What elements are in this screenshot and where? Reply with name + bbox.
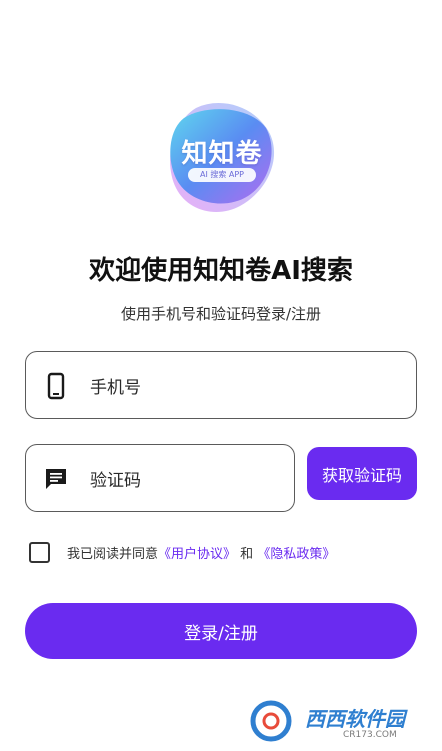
watermark: 西西软件园 CR173.COM bbox=[247, 697, 427, 745]
watermark-logo-icon bbox=[250, 700, 292, 742]
privacy-policy-link[interactable]: 《隐私政策》 bbox=[257, 547, 335, 562]
phone-input[interactable]: 手机号 bbox=[25, 351, 417, 419]
watermark-text: 西西软件园 bbox=[305, 707, 405, 731]
agreement-text: 我已阅读并同意《用户协议》 和 《隐私政策》 bbox=[67, 543, 335, 562]
watermark-sub: CR173.COM bbox=[343, 730, 397, 740]
welcome-title: 欢迎使用知知卷AI搜索 bbox=[89, 256, 353, 286]
app-logo: 知知卷 AI 搜索 APP bbox=[166, 100, 278, 218]
agreement-and: 和 bbox=[240, 546, 254, 562]
logo-tagline: AI 搜索 APP bbox=[188, 168, 256, 182]
logo-title: 知知卷 bbox=[181, 139, 263, 169]
login-button[interactable]: 登录/注册 bbox=[25, 603, 417, 659]
get-code-button[interactable]: 获取验证码 bbox=[307, 447, 417, 500]
phone-placeholder: 手机号 bbox=[90, 377, 141, 398]
message-icon bbox=[46, 469, 66, 489]
agreement-row: 我已阅读并同意《用户协议》 和 《隐私政策》 bbox=[29, 540, 335, 564]
agreement-prefix: 我已阅读并同意 bbox=[67, 546, 159, 562]
phone-icon bbox=[47, 372, 65, 400]
welcome-subtitle: 使用手机号和验证码登录/注册 bbox=[120, 305, 322, 323]
code-placeholder: 验证码 bbox=[90, 470, 141, 491]
user-agreement-link[interactable]: 《用户协议》 bbox=[158, 547, 236, 562]
code-input[interactable]: 验证码 bbox=[25, 444, 295, 512]
agreement-checkbox[interactable] bbox=[29, 541, 50, 563]
